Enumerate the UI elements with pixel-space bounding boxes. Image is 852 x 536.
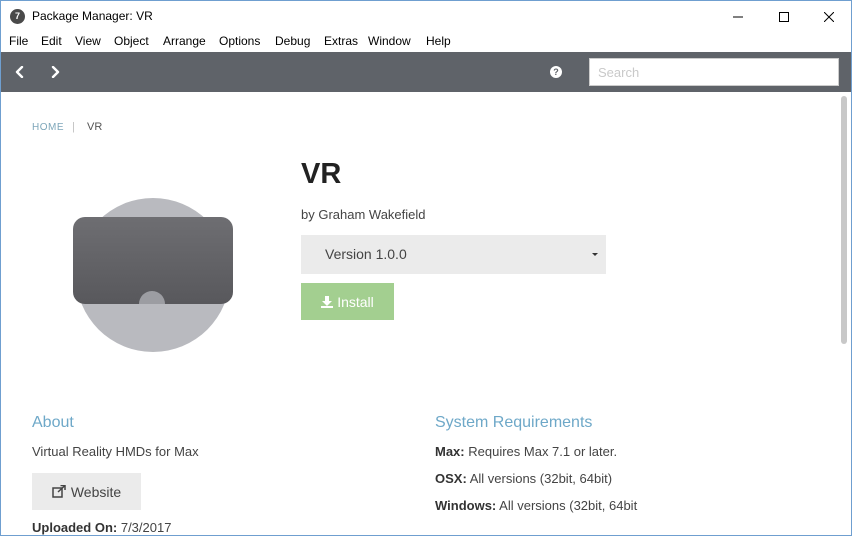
about-heading: About xyxy=(32,414,74,431)
package-manager-window: 7 Package Manager: VR File Edit View Obj… xyxy=(0,0,852,536)
menu-debug[interactable]: Debug xyxy=(275,34,310,48)
menu-object[interactable]: Object xyxy=(114,34,149,48)
help-icon[interactable]: ? xyxy=(550,66,562,78)
maximize-icon xyxy=(779,11,789,22)
menu-options[interactable]: Options xyxy=(219,34,260,48)
package-author: by Graham Wakefield xyxy=(301,207,426,222)
breadcrumb-current: VR xyxy=(87,121,103,133)
breadcrumb-home[interactable]: HOME xyxy=(32,122,64,133)
requirement-label: OSX: xyxy=(435,471,467,486)
package-title: VR xyxy=(301,158,342,190)
close-button[interactable] xyxy=(806,1,851,32)
vr-headset-image xyxy=(73,198,233,352)
search-input[interactable] xyxy=(589,58,839,86)
requirement-row-windows: Windows: All versions (32bit, 64bit xyxy=(435,498,637,513)
menu-edit[interactable]: Edit xyxy=(41,34,62,48)
about-description: Virtual Reality HMDs for Max xyxy=(32,444,199,459)
install-button[interactable]: Install xyxy=(301,283,394,320)
uploaded-on-label: Uploaded On: xyxy=(32,520,118,535)
install-button-label: Install xyxy=(337,293,374,310)
menu-help[interactable]: Help xyxy=(426,34,451,48)
requirement-row-osx: OSX: All versions (32bit, 64bit) xyxy=(435,471,612,486)
website-button-label: Website xyxy=(70,483,122,500)
menu-window[interactable]: Window xyxy=(368,34,411,48)
external-link-icon xyxy=(52,485,66,498)
uploaded-on-value: 7/3/2017 xyxy=(120,520,172,535)
minimize-icon xyxy=(733,16,743,17)
scrollbar-thumb[interactable] xyxy=(841,96,847,344)
uploaded-on: Uploaded On: 7/3/2017 xyxy=(32,520,171,535)
requirement-value: All versions (32bit, 64bit) xyxy=(469,471,613,486)
maximize-button[interactable] xyxy=(761,1,807,32)
system-requirements-heading: System Requirements xyxy=(435,414,593,431)
breadcrumb-separator: | xyxy=(72,121,75,133)
requirement-label: Max: xyxy=(435,444,465,459)
menu-arrange[interactable]: Arrange xyxy=(163,34,206,48)
package-details: HOME | VR VR by Graham Wakefield Version… xyxy=(1,92,851,535)
download-icon xyxy=(321,295,334,308)
window-title: Package Manager: VR xyxy=(32,9,153,23)
vertical-scrollbar[interactable] xyxy=(837,92,850,535)
chevron-right-icon xyxy=(51,66,60,78)
version-select-value: Version 1.0.0 xyxy=(325,246,407,262)
app-icon: 7 xyxy=(10,9,25,24)
menu-view[interactable]: View xyxy=(75,34,101,48)
minimize-button[interactable] xyxy=(715,1,761,32)
forward-button[interactable] xyxy=(45,62,65,82)
requirement-value: Requires Max 7.1 or later. xyxy=(468,444,618,459)
menu-extras[interactable]: Extras xyxy=(324,34,358,48)
requirement-value: All versions (32bit, 64bit xyxy=(499,498,638,513)
menu-file[interactable]: File xyxy=(9,34,28,48)
chevron-left-icon xyxy=(15,66,24,78)
caret-down-icon xyxy=(592,253,598,256)
close-icon xyxy=(824,11,834,22)
title-bar: 7 Package Manager: VR xyxy=(1,1,851,32)
version-select[interactable]: Version 1.0.0 xyxy=(301,235,606,274)
back-button[interactable] xyxy=(10,62,30,82)
website-button[interactable]: Website xyxy=(32,473,141,510)
requirement-label: Windows: xyxy=(435,498,497,513)
requirement-row-max: Max: Requires Max 7.1 or later. xyxy=(435,444,617,459)
menu-bar: File Edit View Object Arrange Options De… xyxy=(1,32,851,52)
